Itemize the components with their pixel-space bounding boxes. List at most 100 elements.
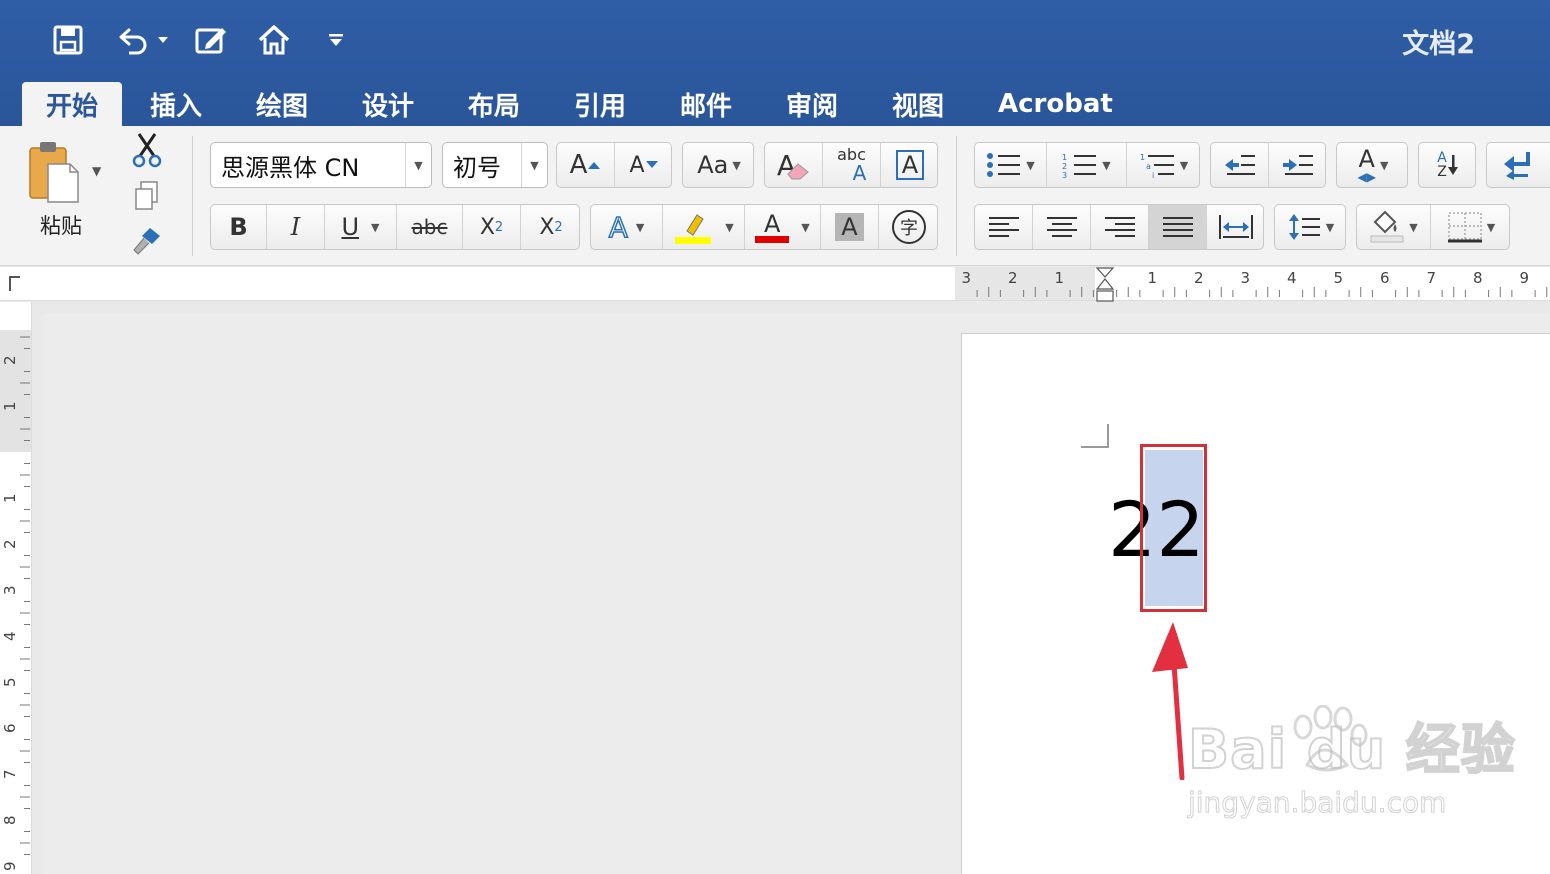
underline-button[interactable]: U ▼ [325, 205, 397, 249]
paste-button[interactable] [26, 138, 86, 210]
chevron-down-icon: ▼ [1409, 220, 1418, 234]
tab-references[interactable]: 引用 [550, 82, 650, 126]
indent-marker[interactable] [1095, 267, 1115, 309]
distributed-button[interactable] [1207, 205, 1265, 249]
tab-selector-icon[interactable] [6, 273, 24, 293]
text-effects-button[interactable]: A ▼ [591, 205, 663, 249]
multilevel-list-button[interactable]: 1ai ▼ [1127, 143, 1201, 187]
undo-button[interactable] [110, 18, 154, 62]
ribbon: ▼ 粘贴 思源黑体 CN ▼ 初号 ▼ A A Aa ▼ A abc A A B… [0, 126, 1550, 266]
numbering-button[interactable]: 123 ▼ [1047, 143, 1127, 187]
distribute-icon [1219, 215, 1253, 239]
justify-button[interactable] [1149, 205, 1207, 249]
shading-button[interactable]: ▼ [1357, 205, 1431, 249]
align-left-button[interactable] [975, 205, 1033, 249]
vertical-ruler[interactable]: 2 1 1 2 3 4 5 6 7 8 9 [0, 302, 32, 874]
character-border-label: A [895, 149, 925, 181]
ruler-label: 9 [1, 861, 19, 871]
increase-indent-button[interactable] [1269, 143, 1327, 187]
cut-button[interactable] [130, 132, 166, 170]
enclose-character-button[interactable]: 字 [879, 205, 939, 249]
customize-qat-button[interactable] [316, 18, 356, 62]
clear-format-button[interactable]: A [765, 143, 823, 187]
sort-group: A Z [1418, 142, 1476, 188]
ruler-label: 7 [1, 769, 19, 779]
align-right-button[interactable] [1091, 205, 1149, 249]
align-center-button[interactable] [1033, 205, 1091, 249]
margin-corner-mark [1081, 424, 1109, 448]
home-button[interactable] [252, 18, 296, 62]
font-name-select[interactable]: 思源黑体 CN ▼ [210, 142, 432, 188]
copy-button[interactable] [132, 180, 164, 212]
line-spacing-button[interactable]: ▼ [1275, 205, 1347, 249]
grow-font-label: A [569, 150, 588, 180]
chevron-down-icon: ▼ [371, 220, 380, 234]
tab-acrobat[interactable]: Acrobat [974, 82, 1137, 126]
ruler-label: 2 [1, 539, 19, 549]
shrink-font-button[interactable]: A [615, 143, 673, 187]
tab-insert[interactable]: 插入 [126, 82, 226, 126]
tab-design[interactable]: 设计 [338, 82, 438, 126]
tab-mailings[interactable]: 邮件 [656, 82, 756, 126]
borders-icon [1447, 212, 1482, 243]
change-case-button[interactable]: Aa ▼ [683, 143, 755, 187]
horizontal-ruler[interactable]: 3 2 1 1 2 3 4 5 6 7 8 9 [955, 267, 1550, 302]
font-color-bar [755, 235, 790, 243]
svg-text:2: 2 [1062, 162, 1067, 171]
ruler-label: 8 [1, 815, 19, 825]
title-bar: 文档2 开始 插入 绘图 设计 布局 引用 邮件 审阅 视图 Acrobat [0, 0, 1550, 126]
ruler-label: 2 [1, 355, 19, 365]
chevron-down-icon: ▼ [801, 220, 810, 234]
tab-review[interactable]: 审阅 [762, 82, 862, 126]
sort-a-label: A [1437, 150, 1447, 166]
edit-button[interactable] [190, 18, 234, 62]
superscript-button[interactable]: X2 [521, 205, 581, 249]
italic-button[interactable]: I [267, 205, 325, 249]
tab-view[interactable]: 视图 [868, 82, 968, 126]
highlight-button[interactable]: ▼ [663, 205, 745, 249]
format-painter-button[interactable] [130, 224, 166, 258]
align-right-icon [1104, 217, 1135, 237]
text-color-group: A ▼ ▼ A ▼ A 字 [590, 204, 938, 250]
chevron-down-icon: ▼ [521, 143, 547, 187]
alignment-group [974, 204, 1264, 250]
ruler-ticks: 3 2 1 1 2 3 4 5 6 7 8 9 [962, 269, 1548, 297]
shading-border-group: ▼ ▼ [1356, 204, 1510, 250]
save-icon [53, 25, 83, 55]
ruler-label: 4 [1287, 269, 1297, 287]
text-effects-label: A [608, 210, 629, 245]
bold-button[interactable]: B [211, 205, 267, 249]
borders-button[interactable]: ▼ [1431, 205, 1511, 249]
chevron-down-icon: ▼ [732, 158, 741, 172]
font-color-button[interactable]: A ▼ [745, 205, 821, 249]
show-formatting-button[interactable] [1487, 143, 1550, 187]
ruler-label: 3 [962, 269, 972, 287]
character-border-button[interactable]: A [881, 143, 939, 187]
scissors-icon [132, 133, 162, 168]
bullets-button[interactable]: ▼ [975, 143, 1047, 187]
tab-layout[interactable]: 布局 [444, 82, 544, 126]
chevron-down-icon: ▼ [1179, 158, 1189, 172]
save-button[interactable] [46, 18, 90, 62]
phonetic-guide-button[interactable]: abc A [823, 143, 881, 187]
indent-marker-icon [1095, 267, 1115, 302]
undo-dropdown[interactable] [150, 18, 176, 62]
subscript-button[interactable]: X2 [463, 205, 521, 249]
grow-font-button[interactable]: A [557, 143, 615, 187]
indent-group [1210, 142, 1326, 188]
font-size-select[interactable]: 初号 ▼ [442, 142, 548, 188]
phonetic-bottom-label: A [852, 161, 867, 185]
sort-button[interactable]: A Z [1419, 143, 1477, 187]
svg-text:1: 1 [1140, 153, 1145, 162]
tab-home[interactable]: 开始 [22, 82, 123, 126]
ruler-label: 4 [1, 631, 19, 641]
tab-draw[interactable]: 绘图 [232, 82, 332, 126]
character-shading-button[interactable]: A [821, 205, 879, 249]
decrease-indent-button[interactable] [1211, 143, 1269, 187]
sort-letters: A Z [1437, 151, 1447, 179]
styles-button[interactable]: A ◀▶ ▼ [1337, 143, 1409, 187]
subscript-small: 2 [494, 219, 504, 235]
svg-text:3: 3 [1062, 171, 1067, 179]
paste-dropdown[interactable]: ▼ [92, 164, 101, 178]
strikethrough-button[interactable]: abc [397, 205, 463, 249]
